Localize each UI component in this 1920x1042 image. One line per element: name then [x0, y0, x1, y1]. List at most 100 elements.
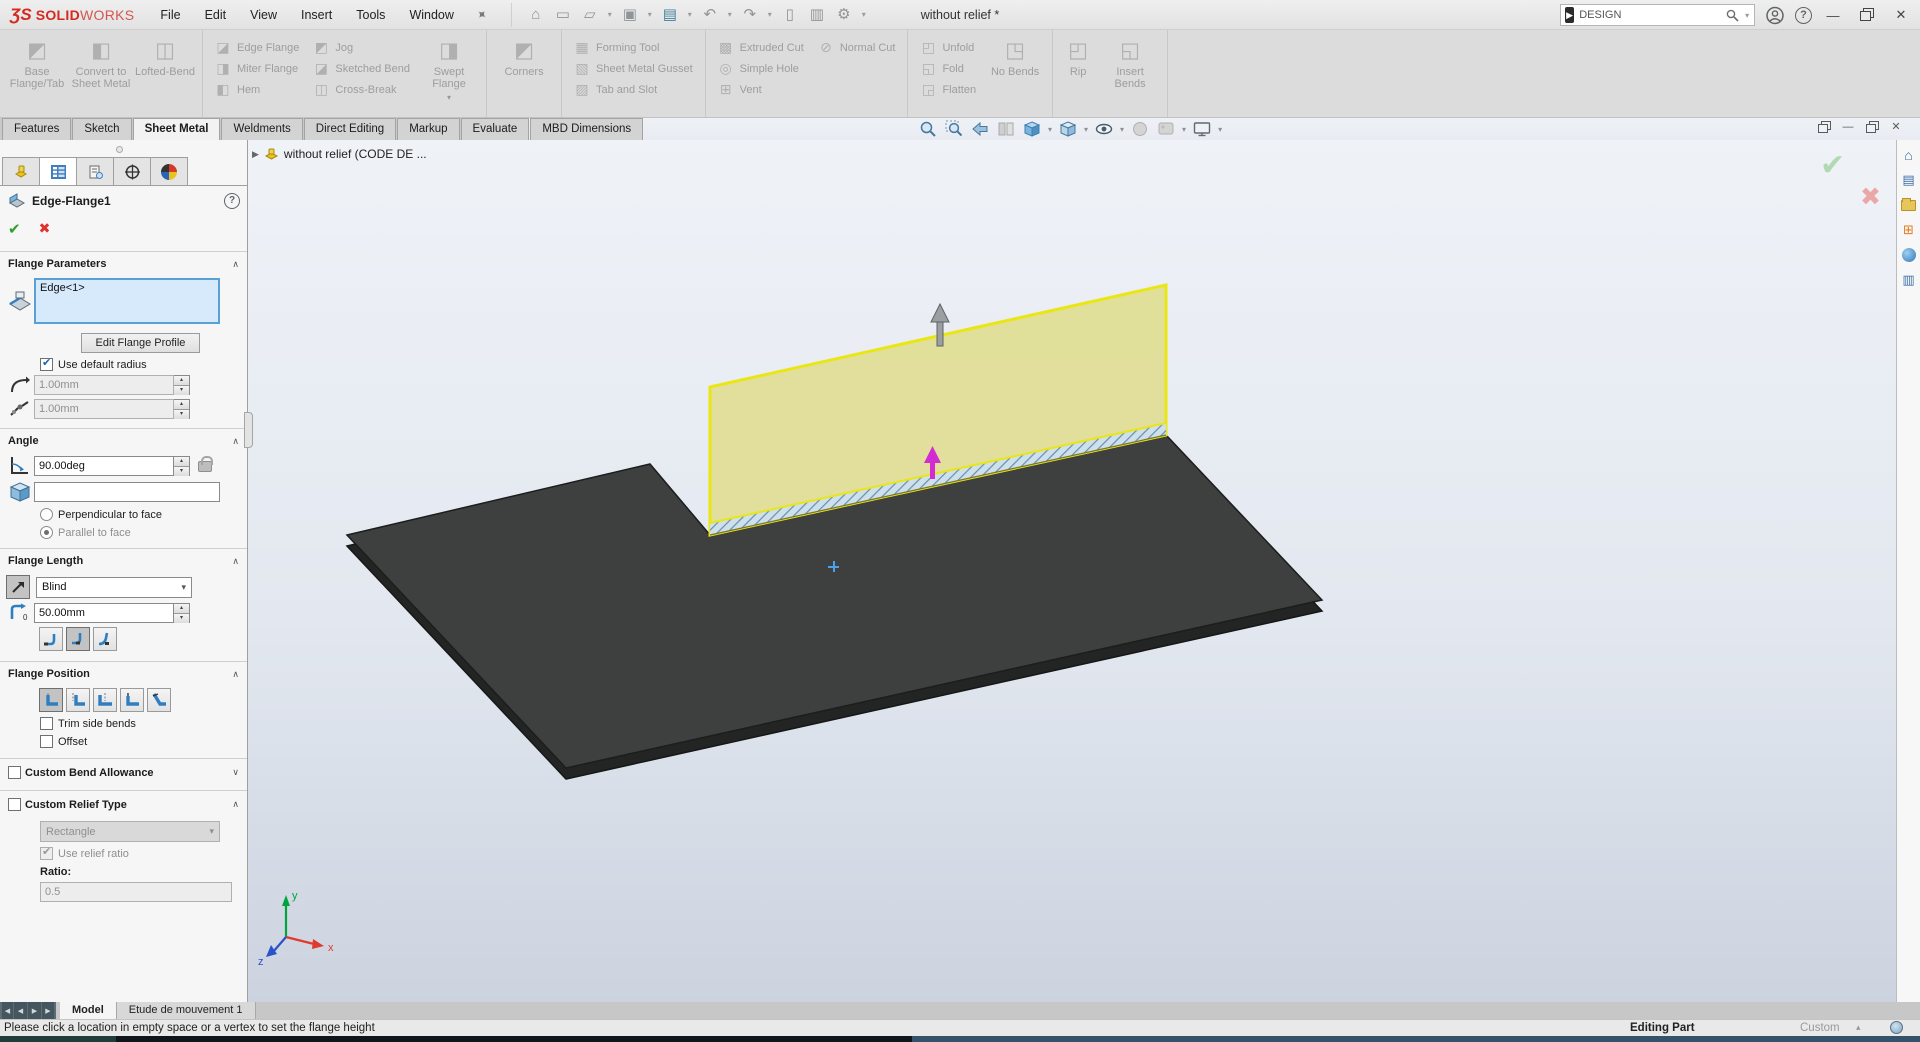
tab-property-manager[interactable] [39, 157, 77, 186]
base-flange-tab-button[interactable]: ◩ Base Flange/Tab [7, 35, 67, 90]
material-inside-button[interactable] [39, 688, 63, 712]
window-minimize-button[interactable]: — [1820, 8, 1846, 23]
new-document-icon[interactable]: ▭ [551, 3, 575, 27]
appearances-scenes-icon[interactable] [1900, 246, 1918, 264]
flange-angle-spinner[interactable]: ▴▾ [174, 456, 190, 476]
perpendicular-to-face-radio[interactable] [40, 508, 53, 521]
motion-study-tab[interactable]: Etude de mouvement 1 [117, 1002, 256, 1019]
bend-radius-field[interactable] [34, 375, 174, 395]
extruded-cut-button[interactable]: ▩ Extruded Cut [713, 37, 809, 58]
menu-insert[interactable]: Insert [289, 0, 344, 30]
hem-button[interactable]: ◧ Hem [210, 79, 304, 100]
angle-header[interactable]: Angle ∧ [0, 429, 247, 451]
hide-show-items-icon[interactable] [1094, 119, 1114, 139]
home-icon[interactable]: ⌂ [524, 3, 548, 27]
outer-virtual-sharp-button[interactable] [39, 627, 63, 651]
search-box[interactable]: ▶ ▾ [1560, 4, 1755, 26]
flange-length-header[interactable]: Flange Length ∧ [0, 549, 247, 571]
menu-window[interactable]: Window [397, 0, 465, 30]
parallel-to-face-radio[interactable] [40, 526, 53, 539]
options-caret-icon[interactable]: ▾ [859, 10, 869, 19]
previous-view-icon[interactable] [970, 119, 990, 139]
first-tab-button[interactable]: ◀ [0, 1002, 14, 1019]
gap-distance-spinner[interactable]: ▴▾ [174, 399, 190, 419]
reverse-direction-button[interactable] [6, 575, 30, 599]
gap-distance-field[interactable] [34, 399, 174, 419]
hide-show-caret-icon[interactable]: ▾ [1120, 125, 1124, 134]
doc-new-window-icon[interactable] [1817, 121, 1831, 133]
ok-button[interactable]: ✔ [8, 220, 21, 238]
menu-view[interactable]: View [238, 0, 289, 30]
pin-menu-icon[interactable]: ✦ [464, 0, 498, 31]
insert-bends-button[interactable]: ◱ Insert Bends [1100, 35, 1160, 90]
search-icon[interactable] [1726, 9, 1739, 22]
zoom-to-area-icon[interactable] [944, 119, 964, 139]
tangent-to-bend-button[interactable] [147, 688, 171, 712]
view-settings-caret-icon[interactable]: ▾ [1218, 125, 1222, 134]
units-config-label[interactable]: Custom [1800, 1022, 1840, 1034]
edge-flange-button[interactable]: ◪ Edge Flange [210, 37, 304, 58]
flange-length-field[interactable] [34, 603, 174, 623]
no-bends-button[interactable]: ◳ No Bends [985, 35, 1045, 78]
display-style-caret-icon[interactable]: ▾ [1084, 125, 1088, 134]
search-input[interactable] [1579, 9, 1721, 21]
miter-flange-button[interactable]: ◨ Miter Flange [210, 58, 304, 79]
model-tab[interactable]: Model [60, 1002, 117, 1019]
inner-virtual-sharp-button[interactable] [66, 627, 90, 651]
tab-markup[interactable]: Markup [397, 118, 459, 140]
sketched-bend-button[interactable]: ◪ Sketched Bend [308, 58, 415, 79]
redo-icon[interactable]: ↷ [738, 3, 762, 27]
vent-button[interactable]: ⊞ Vent [713, 79, 809, 100]
evaluate-icon[interactable]: ▥ [805, 3, 829, 27]
tab-configuration-manager[interactable] [76, 157, 114, 186]
simple-hole-button[interactable]: ◎ Simple Hole [713, 58, 809, 79]
undo-icon[interactable]: ↶ [698, 3, 722, 27]
flatten-button[interactable]: ◲ Flatten [915, 79, 981, 100]
tangent-bend-button[interactable] [93, 627, 117, 651]
view-palette-icon[interactable]: ⊞ [1900, 221, 1918, 239]
tab-direct-editing[interactable]: Direct Editing [304, 118, 396, 140]
cross-break-button[interactable]: ◫ Cross-Break [308, 79, 415, 100]
save-icon[interactable]: ▣ [618, 3, 642, 27]
custom-bend-allowance-header[interactable]: Custom Bend Allowance ∨ [0, 759, 247, 785]
bend-radius-spinner[interactable]: ▴▾ [174, 375, 190, 395]
reference-face-box[interactable] [34, 482, 220, 502]
tab-display-manager[interactable] [150, 157, 188, 186]
bend-outside-button[interactable] [93, 688, 117, 712]
confirm-cancel-icon[interactable]: ✖ [1860, 182, 1881, 212]
rip-button[interactable]: ◰ Rip [1060, 35, 1096, 78]
units-caret-icon[interactable]: ▴ [1856, 1022, 1861, 1033]
tab-weldments[interactable]: Weldments [221, 118, 302, 140]
forming-tool-button[interactable]: ▦ Forming Tool [569, 37, 698, 58]
select-tool-icon[interactable]: ▯ [778, 3, 802, 27]
account-icon[interactable] [1763, 6, 1787, 25]
panel-splitter-handle[interactable] [116, 146, 123, 153]
undo-caret-icon[interactable]: ▾ [725, 10, 735, 19]
flange-position-header[interactable]: Flange Position ∧ [0, 662, 247, 684]
tab-evaluate[interactable]: Evaluate [461, 118, 530, 140]
tab-dimxpert-manager[interactable] [113, 157, 151, 186]
view-settings-icon[interactable] [1192, 119, 1212, 139]
lofted-bend-button[interactable]: ◫ Lofted-Bend [135, 35, 195, 78]
tab-mbd-dimensions[interactable]: MBD Dimensions [530, 118, 643, 140]
angle-lock-icon[interactable] [198, 461, 212, 472]
custom-properties-icon[interactable]: ▥ [1900, 271, 1918, 289]
swept-flange-flyout-icon[interactable]: ▾ [447, 92, 451, 104]
display-style-icon[interactable] [1058, 119, 1078, 139]
jog-button[interactable]: ◩ Jog [308, 37, 415, 58]
next-tab-button[interactable]: ▶ [28, 1002, 42, 1019]
confirm-ok-icon[interactable]: ✔ [1820, 148, 1845, 183]
edge-selection-box[interactable]: Edge<1> [34, 278, 220, 324]
swept-flange-button[interactable]: ◨ Swept Flange ▾ [419, 35, 479, 104]
open-icon[interactable]: ▱ [578, 3, 602, 27]
custom-relief-type-checkbox[interactable] [8, 798, 21, 811]
fold-button[interactable]: ◱ Fold [915, 58, 981, 79]
panel-resize-handle[interactable] [244, 412, 253, 448]
menu-file[interactable]: File [148, 0, 192, 30]
options-gear-icon[interactable]: ⚙ [832, 3, 856, 27]
convert-to-sheet-metal-button[interactable]: ◧ Convert to Sheet Metal [71, 35, 131, 90]
view-orientation-icon[interactable] [1022, 119, 1042, 139]
connection-globe-icon[interactable] [1890, 1021, 1903, 1034]
sheet-metal-gusset-button[interactable]: ▧ Sheet Metal Gusset [569, 58, 698, 79]
previous-tab-button[interactable]: ◀ [14, 1002, 28, 1019]
